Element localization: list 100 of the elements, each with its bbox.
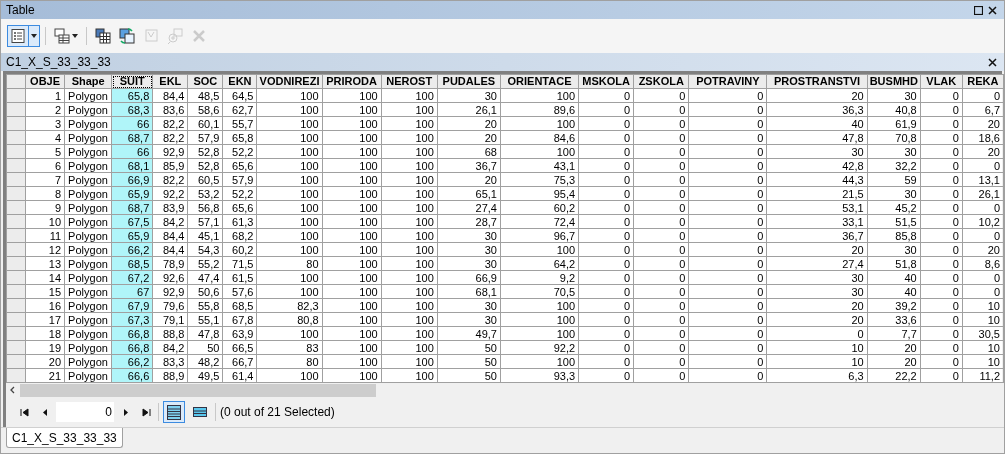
column-header[interactable]: REKA <box>962 74 1004 89</box>
table-cell: 100 <box>381 144 438 159</box>
table-cell: 100 <box>381 116 438 131</box>
table-cell: 93,3 <box>500 368 579 383</box>
close-button[interactable] <box>985 3 999 17</box>
toolbar-button[interactable] <box>116 25 138 47</box>
table-cell: 51,5 <box>867 214 921 229</box>
table-cell: 8 <box>25 186 65 201</box>
table-cell: 0 <box>920 270 963 285</box>
table-cell: 0 <box>688 270 767 285</box>
table-cell: 57,6 <box>222 284 257 299</box>
table-cell: 92,2 <box>152 186 188 201</box>
table-cell: 30 <box>766 144 868 159</box>
table-cell: 0 <box>633 256 689 271</box>
table-cell: 100 <box>500 88 579 103</box>
column-header[interactable]: Shape <box>64 74 112 89</box>
table-cell: 68,2 <box>222 228 257 243</box>
column-header[interactable]: SOC <box>187 74 223 89</box>
table-cell: 52,2 <box>222 144 257 159</box>
table-cell: 0 <box>920 228 963 243</box>
table-cell: 84,4 <box>152 228 188 243</box>
table-cell: 100 <box>256 144 323 159</box>
show-all-records-button[interactable] <box>163 401 185 423</box>
table-cell: 30 <box>437 228 501 243</box>
table-cell: 0 <box>578 256 634 271</box>
column-header[interactable]: ORIENTACE <box>500 74 579 89</box>
column-header[interactable]: BUSMHD <box>867 74 921 89</box>
dropdown-button[interactable] <box>51 25 81 47</box>
table-cell: 0 <box>578 298 634 313</box>
scrollbar-thumb[interactable] <box>20 383 376 397</box>
window-title: Table <box>6 2 35 19</box>
table-cell: 10 <box>962 298 1004 313</box>
column-header[interactable]: NEROST <box>381 74 438 89</box>
toolbar-button[interactable] <box>92 25 114 47</box>
table-cell: 58,6 <box>187 102 223 117</box>
table-cell: 61,3 <box>222 214 257 229</box>
table-cell: Polygon <box>64 116 112 131</box>
close-button[interactable] <box>985 55 999 69</box>
column-header[interactable]: MSKOLA <box>578 74 634 89</box>
table-cell: 59 <box>867 172 921 187</box>
column-header[interactable]: EKL <box>152 74 188 89</box>
table-cell: 36,3 <box>766 102 868 117</box>
column-header[interactable]: POTRAVINY <box>688 74 767 89</box>
table-cell: 4 <box>25 130 65 145</box>
column-header[interactable]: PUDALES <box>437 74 501 89</box>
table-cell: 0 <box>688 326 767 341</box>
table-cell: Polygon <box>64 214 112 229</box>
column-header[interactable]: EKN <box>222 74 257 89</box>
table-cell: 80 <box>256 256 323 271</box>
table-cell: 100 <box>500 116 579 131</box>
column-header[interactable]: SUIT <box>111 74 153 89</box>
table-cell: 22,2 <box>867 368 921 383</box>
table-cell: 100 <box>381 130 438 145</box>
restore-button[interactable] <box>971 3 985 17</box>
table-cell: 100 <box>256 228 323 243</box>
table-cell: 100 <box>500 144 579 159</box>
table-cell: 6,3 <box>766 368 868 383</box>
dropdown-button[interactable] <box>7 25 40 47</box>
table-cell: 0 <box>920 242 963 257</box>
table-tab[interactable]: C1_X_S_33_33_33 <box>6 428 123 448</box>
table-cell: 0 <box>578 270 634 285</box>
table-cell: Polygon <box>64 284 112 299</box>
table-cell: 0 <box>920 186 963 201</box>
table-cell: 100 <box>381 158 438 173</box>
table-cell: Polygon <box>64 298 112 313</box>
table-cell: 0 <box>688 354 767 369</box>
table-cell: 85,8 <box>867 228 921 243</box>
table-cell: 0 <box>633 368 689 383</box>
record-field[interactable]: 0 <box>56 402 114 422</box>
column-header[interactable]: PRIRODA <box>322 74 382 89</box>
skip-back-icon <box>19 407 29 417</box>
column-header[interactable]: ZSKOLA <box>633 74 689 89</box>
table-cell: 65,1 <box>437 186 501 201</box>
table-cell: 5 <box>25 144 65 159</box>
table-cell: Polygon <box>64 242 112 257</box>
table-cell: 30 <box>867 88 921 103</box>
swap-table-icon <box>119 28 135 44</box>
corner-cell[interactable] <box>6 74 26 89</box>
column-header[interactable]: VLAK <box>920 74 963 89</box>
table-cell: 61,9 <box>867 116 921 131</box>
table-cell: 0 <box>962 284 1004 299</box>
table-cell: 13,1 <box>962 172 1004 187</box>
table-cell: 100 <box>381 256 438 271</box>
table-cell: 100 <box>381 186 438 201</box>
table-cell: 0 <box>962 270 1004 285</box>
table-cell: 21 <box>25 368 65 383</box>
table-cell: 20 <box>437 172 501 187</box>
table-cell: 60,1 <box>187 116 223 131</box>
table-cell: Polygon <box>64 368 112 383</box>
table-cell: 100 <box>500 354 579 369</box>
table-cell: 100 <box>256 116 323 131</box>
table-cell: 50 <box>437 354 501 369</box>
table-cell: 30 <box>867 186 921 201</box>
column-header[interactable]: PROSTRANSTVI <box>766 74 868 89</box>
horizontal-scrollbar[interactable] <box>6 383 1002 397</box>
column-header[interactable]: VODNIREZI <box>256 74 323 89</box>
table-cell: 48,5 <box>187 88 223 103</box>
table-cell: 0 <box>633 354 689 369</box>
table-cell: 28,7 <box>437 214 501 229</box>
column-header[interactable]: OBJE <box>25 74 65 89</box>
